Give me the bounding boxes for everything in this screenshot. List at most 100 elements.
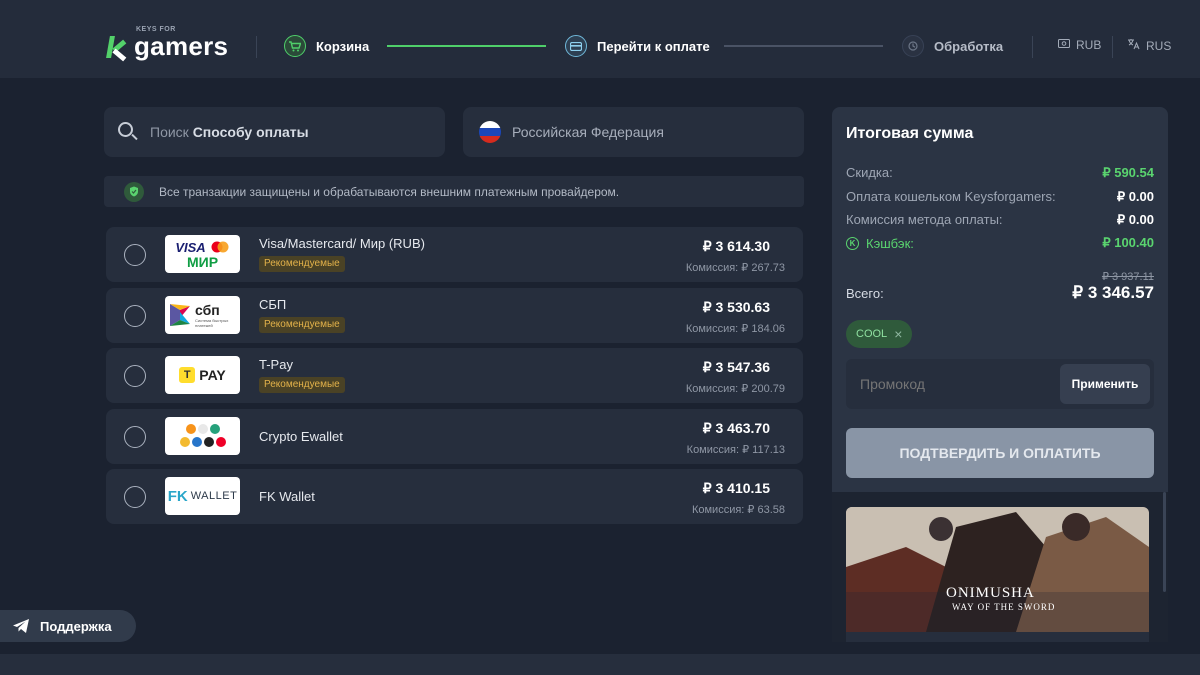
progress-line-pending xyxy=(724,45,883,47)
visa-mir-logo: VISA МИР xyxy=(165,235,240,273)
payment-name: FK Wallet xyxy=(259,489,315,504)
payment-method-card[interactable]: Crypto Ewallet ₽ 3 463.70 Комиссия: ₽ 11… xyxy=(106,409,803,464)
tpay-text: PAY xyxy=(199,367,226,383)
close-icon[interactable]: × xyxy=(894,326,902,342)
step-cart[interactable]: Корзина xyxy=(284,35,369,57)
fk-mark: FK xyxy=(167,487,188,505)
game-info-bar xyxy=(846,632,1149,642)
wallet-payment-label: Оплата кошельком Keysforgamers: xyxy=(846,189,1056,204)
search-placeholder-bold: Способу оплаты xyxy=(192,124,309,140)
coupon-code: COOL xyxy=(856,328,888,340)
recommended-badge: Рекомендуемые xyxy=(259,256,345,272)
payment-name: Visa/Mastercard/ Мир (RUB) xyxy=(259,236,425,251)
recommended-badge: Рекомендуемые xyxy=(259,317,345,333)
bottom-strip xyxy=(0,654,1200,675)
fkwallet-logo: FK WALLET xyxy=(165,477,240,515)
tpay-logo: T PAY xyxy=(165,356,240,394)
wallet-payment-row: Оплата кошельком Keysforgamers: ₽ 0.00 xyxy=(846,189,1154,205)
search-input[interactable]: Поиск Способу оплаты xyxy=(150,124,430,140)
country-selector[interactable]: Российская Федерация xyxy=(463,107,804,157)
payment-method-card[interactable]: сбп Система быстрых платежей СБП Рекомен… xyxy=(106,288,803,343)
promo-field: Применить xyxy=(846,359,1154,409)
payment-fee: Комиссия: ₽ 63.58 xyxy=(691,504,785,516)
secure-notice-text: Все транзакции защищены и обрабатываются… xyxy=(159,184,620,199)
step-processing-label: Обработка xyxy=(934,38,1004,54)
sbp-text: сбп xyxy=(195,302,220,318)
payment-price: ₽ 3 410.15 xyxy=(702,480,770,496)
discount-row: Скидка: ₽ 590.54 xyxy=(846,165,1154,181)
payment-fee: Комиссия: ₽ 117.13 xyxy=(686,444,785,456)
payment-method-card[interactable]: VISA МИР Visa/Mastercard/ Мир (RUB) Реко… xyxy=(106,227,803,282)
support-button[interactable]: Поддержка xyxy=(0,610,136,642)
site-logo[interactable]: KEYS FOR gamers xyxy=(106,26,229,62)
country-label: Российская Федерация xyxy=(512,124,664,140)
order-summary: Итоговая сумма Скидка: ₽ 590.54 Оплата к… xyxy=(832,107,1168,492)
cashback-label: Кэшбэк: xyxy=(866,235,914,251)
cashback-value: ₽ 100.40 xyxy=(1102,235,1154,250)
translate-icon xyxy=(1127,38,1140,53)
cashback-label-wrap: K Кэшбэк: xyxy=(846,235,914,251)
cart-item-panel: ONIMUSHA WAY OF THE SWORD xyxy=(832,492,1168,642)
payment-price: ₽ 3 463.70 xyxy=(702,420,770,436)
shield-check-icon xyxy=(124,181,144,202)
divider xyxy=(1032,36,1033,58)
wallet-text: WALLET xyxy=(190,490,238,502)
payment-search[interactable]: Поиск Способу оплаты xyxy=(104,107,445,157)
payment-radio[interactable] xyxy=(124,365,146,387)
payment-price: ₽ 3 547.36 xyxy=(702,359,770,375)
step-cart-label: Корзина xyxy=(316,38,370,54)
cart-icon xyxy=(284,35,306,57)
summary-title: Итоговая сумма xyxy=(846,125,974,142)
sbp-icon xyxy=(170,304,190,326)
language-selector[interactable]: RUS xyxy=(1127,38,1171,53)
currency-selector[interactable]: RUB xyxy=(1058,38,1101,52)
money-icon xyxy=(1058,39,1070,51)
payment-method-card[interactable]: T PAY T-Pay Рекомендуемые ₽ 3 547.36 Ком… xyxy=(106,348,803,403)
mastercard-icon xyxy=(211,241,229,253)
game-cover-image[interactable]: ONIMUSHA WAY OF THE SWORD xyxy=(846,507,1149,632)
payment-radio[interactable] xyxy=(124,244,146,266)
progress-line-done xyxy=(387,45,546,47)
divider xyxy=(256,36,257,58)
mir-text: МИР xyxy=(186,253,219,270)
russia-flag-icon xyxy=(479,121,501,143)
logo-text: gamers xyxy=(134,31,229,61)
cashback-row: K Кэшбэк: ₽ 100.40 xyxy=(846,235,1154,251)
total-label: Всего: xyxy=(846,286,884,301)
payment-method-card[interactable]: FK WALLET FK Wallet ₽ 3 410.15 Комиссия:… xyxy=(106,469,803,524)
payment-fee: Комиссия: ₽ 267.73 xyxy=(685,262,785,274)
discount-label: Скидка: xyxy=(846,165,893,180)
game-title: ONIMUSHA xyxy=(946,585,1035,601)
step-checkout[interactable]: Перейти к оплате xyxy=(565,35,710,57)
step-processing[interactable]: Обработка xyxy=(902,35,1003,57)
old-total: ₽ 3 937.11 xyxy=(1101,271,1154,283)
language-label: RUS xyxy=(1146,38,1172,53)
currency-label: RUB xyxy=(1076,38,1102,52)
support-label: Поддержка xyxy=(40,618,112,634)
method-fee-label: Комиссия метода оплаты: xyxy=(846,212,1003,227)
discount-value: ₽ 590.54 xyxy=(1102,165,1154,180)
processing-icon xyxy=(902,35,924,57)
applied-coupon-chip[interactable]: COOL × xyxy=(846,320,913,348)
recommended-badge: Рекомендуемые xyxy=(259,377,345,393)
payment-price: ₽ 3 614.30 xyxy=(702,238,770,254)
scrollbar[interactable] xyxy=(1163,492,1166,592)
method-fee-value: ₽ 0.00 xyxy=(1116,212,1154,227)
payment-name: СБП xyxy=(259,297,287,312)
divider xyxy=(1112,36,1113,58)
payment-name: Crypto Ewallet xyxy=(259,429,343,444)
payment-radio[interactable] xyxy=(124,486,146,508)
step-checkout-label: Перейти к оплате xyxy=(597,38,710,54)
payment-radio[interactable] xyxy=(124,305,146,327)
card-icon xyxy=(565,35,587,57)
visa-text: VISA xyxy=(175,239,206,255)
payment-price: ₽ 3 530.63 xyxy=(702,299,770,315)
confirm-pay-button[interactable]: ПОДТВЕРДИТЬ И ОПЛАТИТЬ xyxy=(846,428,1154,478)
payment-name: T-Pay xyxy=(259,357,293,372)
apply-promo-button[interactable]: Применить xyxy=(1060,364,1150,404)
sbp-logo: сбп Система быстрых платежей xyxy=(165,296,240,334)
payment-radio[interactable] xyxy=(124,426,146,448)
crypto-coins-icon xyxy=(179,424,226,447)
total-value: ₽ 3 346.57 xyxy=(1072,283,1154,302)
promo-input[interactable] xyxy=(860,359,1050,409)
